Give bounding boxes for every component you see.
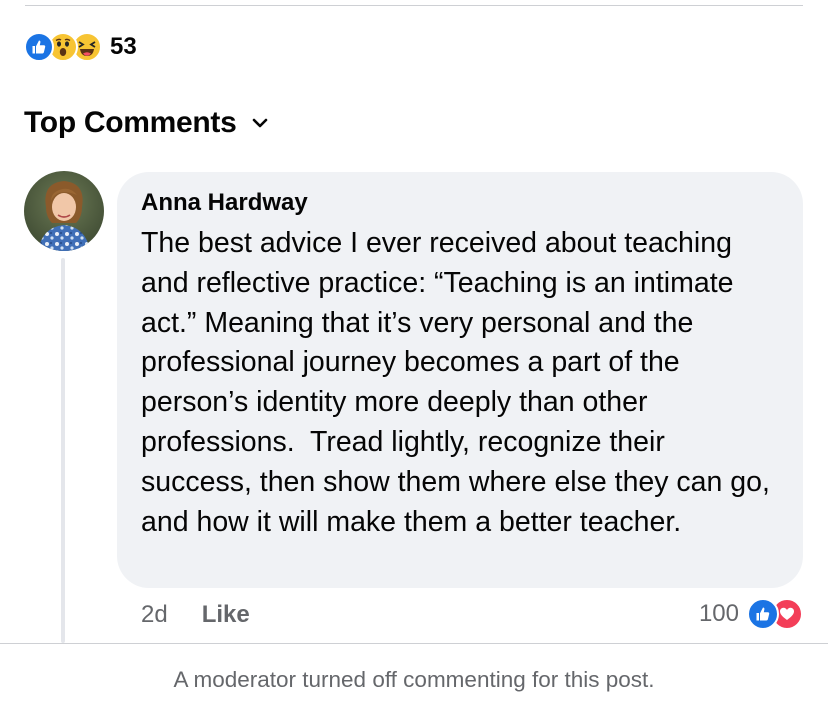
like-comment-button[interactable]: Like	[202, 601, 250, 629]
top-divider	[25, 5, 803, 6]
comment-author-name[interactable]: Anna Hardway	[141, 188, 779, 218]
chevron-down-icon	[251, 116, 269, 134]
avatar[interactable]	[24, 171, 104, 251]
like-reaction-icon	[24, 32, 54, 62]
commenting-disabled-notice: A moderator turned off commenting for th…	[173, 667, 655, 692]
comment-timestamp[interactable]: 2d	[141, 601, 168, 629]
top-comments-sort-dropdown[interactable]: Top Comments	[24, 106, 269, 140]
like-reaction-icon	[747, 598, 779, 630]
comment-bubble: Anna Hardway The best advice I ever rece…	[117, 172, 803, 588]
post-reactions-summary[interactable]: 53	[24, 30, 137, 64]
comment-text: The best advice I ever received about te…	[141, 227, 778, 538]
top-comments-label: Top Comments	[24, 106, 237, 139]
comment-actions: 2d Like	[141, 598, 250, 632]
bottom-divider	[0, 643, 828, 644]
post-reaction-count: 53	[110, 33, 137, 60]
comment-reaction-count: 100	[698, 600, 739, 627]
comment-thread-line	[61, 258, 65, 643]
comment-reactions-summary[interactable]: 100	[699, 596, 803, 632]
